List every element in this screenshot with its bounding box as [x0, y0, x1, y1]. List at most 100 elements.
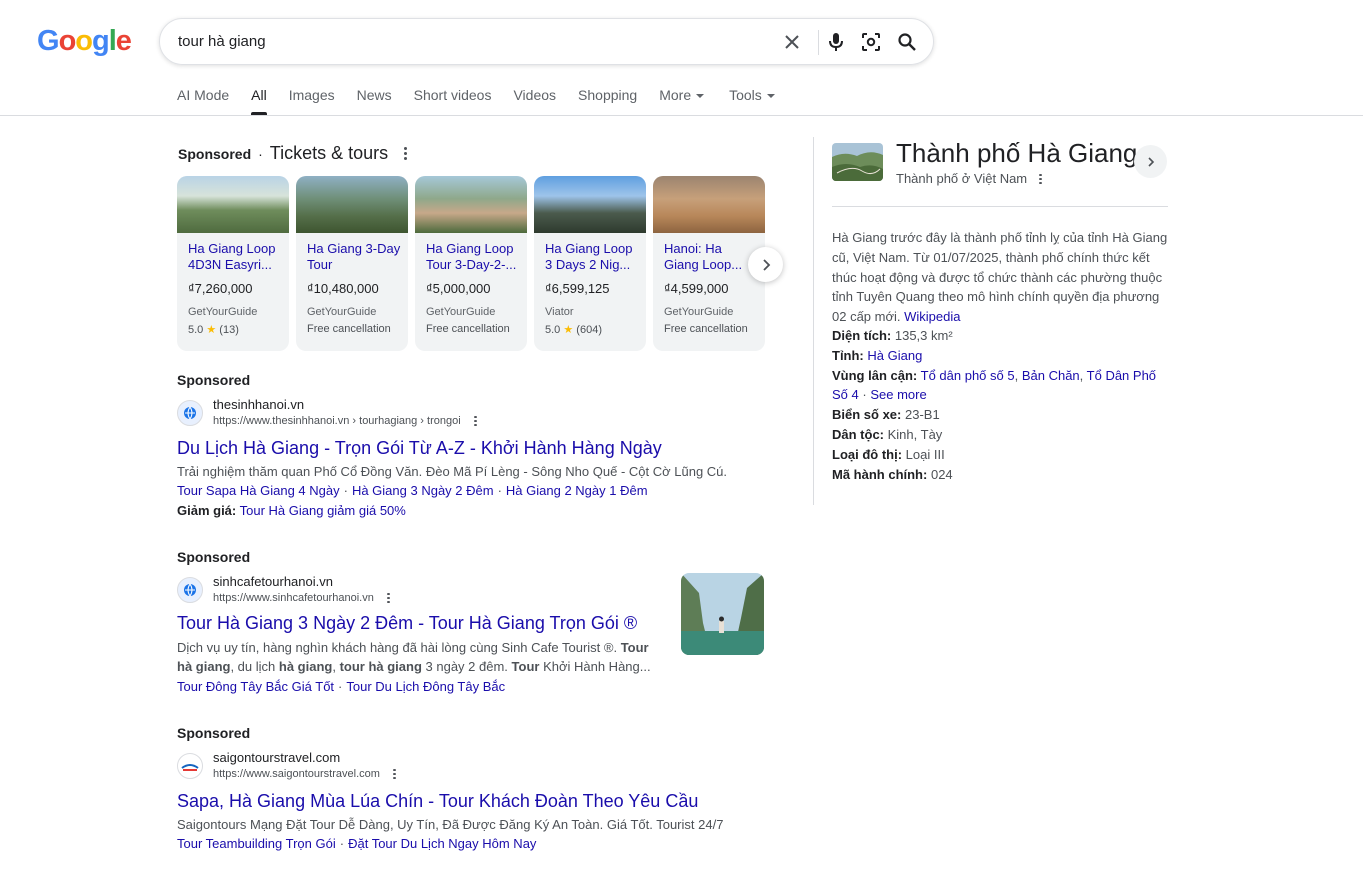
ad-description: Dịch vụ uy tín, hàng nghìn khách hàng đã… — [177, 638, 662, 676]
tour-price: ₫5,000,000 — [426, 281, 491, 296]
fact-value: 135,3 km² — [894, 328, 953, 343]
desc-text: 3 ngày 2 đêm. — [421, 659, 512, 674]
fact-admin: Mã hành chính: 024 — [832, 465, 1172, 485]
tour-cancellation: Free cancellation — [664, 323, 748, 335]
tab-images[interactable]: Images — [289, 87, 335, 115]
site-url-text: https://www.thesinhhanoi.vn › tourhagian… — [213, 415, 461, 427]
tab-label: Tools — [729, 87, 762, 103]
logo-letter: l — [108, 25, 117, 57]
ad-site[interactable]: sinhcafetourhanoi.vn https://www.sinhcaf… — [177, 574, 394, 606]
globe-icon — [177, 577, 203, 603]
tour-card[interactable]: Ha Giang Loop Tour 3-Day-2-... ₫5,000,00… — [415, 176, 527, 351]
star-icon: ★ — [563, 324, 574, 336]
fact-value: 23-B1 — [904, 407, 940, 423]
ad-site[interactable]: saigontourstravel.com https://www.saigon… — [177, 750, 400, 782]
tab-tools[interactable]: Tools — [729, 87, 775, 115]
tour-card[interactable]: Ha Giang Loop 3 Days 2 Nig... ₫6,599,125… — [534, 176, 646, 351]
desc-text: Dịch vụ uy tín, hàng nghìn khách hàng đã… — [177, 640, 621, 655]
sitelink[interactable]: Hà Giang 2 Ngày 1 Đêm — [506, 483, 648, 498]
knowledge-panel-divider — [813, 137, 814, 505]
tab-label: Images — [288, 87, 335, 103]
knowledge-panel-image[interactable] — [832, 143, 883, 181]
tour-seller: Viator — [545, 306, 574, 318]
tab-all[interactable]: All — [251, 87, 267, 115]
tour-title: Ha Giang 3-Day Tour — [307, 241, 401, 272]
tour-image — [296, 176, 408, 233]
ad-sitelinks: Tour Sapa Hà Giang 4 Ngày · Hà Giang 3 Ngà… — [177, 483, 648, 498]
ad-result: Sponsored thesinhhanoi.vn https://www.th… — [177, 372, 777, 522]
close-icon[interactable] — [779, 29, 805, 55]
tab-label: All — [251, 87, 267, 103]
tab-label: News — [356, 87, 392, 103]
ad-description: Trải nghiệm thăm quan Phố Cổ Đồng Văn. Đ… — [177, 464, 728, 479]
sitelink[interactable]: Tour Sapa Hà Giang 4 Ngày — [177, 483, 340, 498]
tab-label: Shopping — [578, 87, 638, 103]
sitelink[interactable]: Tour Du Lịch Đông Tây Bắc — [346, 679, 505, 694]
tickets-title: Tickets & tours — [269, 143, 389, 163]
fact-label: Tỉnh: — [832, 347, 864, 363]
tour-image — [415, 176, 527, 233]
fact-value: 024 — [930, 466, 953, 482]
tour-title: Ha Giang Loop 4D3N Easyri... — [188, 241, 276, 272]
logo-letter: o — [58, 25, 77, 57]
fact-link[interactable]: Tổ dân phố số 5 — [921, 368, 1015, 383]
separator-dot: · — [338, 679, 343, 694]
tab-ai-mode[interactable]: AI Mode — [177, 87, 229, 115]
tab-short-videos[interactable]: Short videos — [414, 87, 492, 115]
ad-result: Sponsored sinhcafetourhanoi.vn https://w… — [177, 549, 777, 699]
more-options-icon[interactable] — [400, 146, 410, 162]
tab-more[interactable]: More — [659, 87, 705, 115]
sitelink[interactable]: Tour Teambuilding Trọn Gói — [177, 836, 336, 851]
more-options-icon[interactable] — [1035, 173, 1045, 185]
desc-highlight: Tour — [511, 659, 540, 674]
knowledge-panel-expand-button[interactable] — [1134, 145, 1167, 178]
desc-text: , — [332, 659, 340, 674]
ad-result: Sponsored saigontourstravel.com https://… — [177, 725, 777, 865]
sitelink[interactable]: Tour Đông Tây Bắc Giá Tốt — [177, 679, 334, 694]
logo-letter: g — [92, 25, 110, 57]
site-url-text: https://www.sinhcafetourhanoi.vn — [213, 592, 374, 604]
logo-letter: o — [75, 25, 93, 57]
ad-title-link[interactable]: Tour Hà Giang 3 Ngày 2 Đêm - Tour Hà Gia… — [177, 613, 637, 634]
tour-cancellation: Free cancellation — [426, 323, 510, 335]
tab-videos[interactable]: Videos — [513, 87, 556, 115]
tab-news[interactable]: News — [357, 87, 392, 115]
lens-icon[interactable] — [858, 29, 884, 55]
star-icon: ★ — [206, 324, 217, 336]
promo-label: Giảm giá: — [177, 503, 237, 518]
more-options-icon[interactable] — [471, 415, 481, 427]
sitelink[interactable]: Đặt Tour Du Lịch Ngay Hôm Nay — [348, 836, 536, 851]
review-count: (13) — [219, 324, 239, 336]
tour-price: ₫4,599,000 — [664, 281, 729, 296]
sitelink[interactable]: Hà Giang 3 Ngày 2 Đêm — [352, 483, 494, 498]
description-text: Hà Giang trước đây là thành phố tỉnh lỵ … — [832, 230, 1168, 325]
google-logo[interactable]: Google — [37, 25, 132, 58]
tour-card[interactable]: Ha Giang 3-Day Tour ₫10,480,000 GetYourG… — [296, 176, 408, 351]
site-url: https://www.saigontourstravel.com — [213, 766, 400, 782]
sponsored-label: Sponsored — [178, 145, 252, 162]
fact-link[interactable]: Hà Giang — [867, 348, 922, 363]
wikipedia-link[interactable]: Wikipedia — [904, 309, 960, 324]
more-options-icon[interactable] — [390, 768, 400, 780]
ad-title-link[interactable]: Du Lịch Hà Giang - Trọn Gói Từ A-Z - Khở… — [177, 438, 662, 459]
see-more-link[interactable]: See more — [870, 387, 926, 402]
tour-card[interactable]: Ha Giang Loop 4D3N Easyri... ₫7,260,000 … — [177, 176, 289, 351]
tour-rating: 5.0 ★ (13) — [188, 323, 239, 336]
tickets-header: Sponsored · Tickets & tours — [178, 143, 410, 164]
ad-site[interactable]: thesinhhanoi.vn https://www.thesinhhanoi… — [177, 397, 481, 429]
ad-title-link[interactable]: Sapa, Hà Giang Mùa Lúa Chín - Tour Khách… — [177, 791, 698, 812]
fact-label: Diện tích: — [832, 328, 892, 343]
desc-highlight: hà giang — [278, 659, 333, 674]
tab-label: Videos — [513, 87, 557, 103]
more-options-icon[interactable] — [384, 592, 394, 604]
fact-label: Mã hành chính: — [832, 466, 928, 482]
search-tabs: AI Mode All Images News Short videos Vid… — [177, 87, 797, 117]
ad-thumbnail[interactable] — [681, 573, 764, 655]
tab-shopping[interactable]: Shopping — [578, 87, 637, 115]
promo-link[interactable]: Tour Hà Giang giảm giá 50% — [240, 503, 406, 518]
search-icon[interactable] — [894, 29, 920, 55]
mic-icon[interactable] — [823, 29, 849, 55]
search-input[interactable] — [178, 26, 768, 57]
fact-link[interactable]: Bản Chăn — [1022, 368, 1080, 383]
carousel-next-button[interactable] — [748, 247, 783, 282]
